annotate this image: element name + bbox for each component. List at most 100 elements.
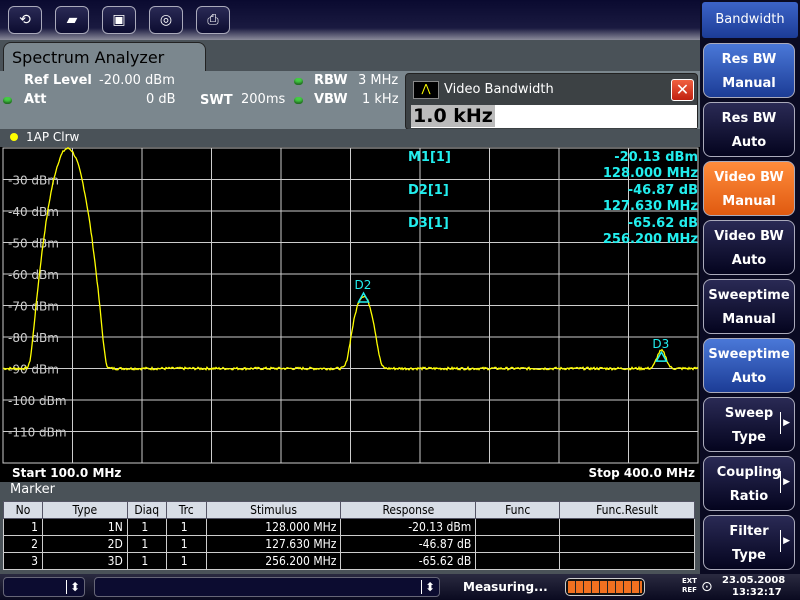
trace-icon: ⋀	[413, 81, 439, 99]
printer-icon[interactable]: ⎙	[196, 6, 230, 34]
table-row[interactable]: 2 2D 1 1 127.630 MHz -46.87 dB	[3, 535, 695, 553]
softkey-sweeptime-manual[interactable]: Sweeptime Manual	[703, 279, 795, 334]
status-select-2[interactable]: ⬍	[94, 577, 440, 597]
column-header: Response	[340, 501, 477, 519]
marker-name: D2[1]	[408, 183, 449, 198]
marker-freq: 128.000 MHz	[602, 166, 698, 181]
table-cell: 1	[126, 535, 167, 553]
close-icon[interactable]: ✕	[671, 79, 694, 101]
spectrum-plot[interactable]: -30 dBm -40 dBm -50 dBm -60 dBm -70 dBm -80 d…	[0, 146, 700, 465]
table-cell: 2D	[41, 535, 128, 553]
softkey-line1: Res BW	[721, 52, 777, 67]
column-header: Func	[475, 501, 561, 519]
rbw-value: 3 MHz	[358, 73, 399, 88]
trace-indicator-icon	[10, 133, 18, 141]
status-time: 13:32:17	[732, 587, 782, 598]
vbw-label: VBW	[314, 92, 348, 107]
softkey-sweeptime-auto[interactable]: Sweeptime Auto	[703, 338, 795, 393]
table-cell: -46.87 dB	[340, 535, 477, 553]
table-cell: 1	[126, 552, 167, 570]
trace-header: 1AP Clrw	[0, 129, 700, 147]
column-header: Stimulus	[205, 501, 342, 519]
progress-bar	[565, 578, 645, 596]
marker-table-title: Marker	[0, 482, 700, 500]
softkey-line2: Manual	[722, 312, 776, 327]
table-cell: 1	[3, 518, 43, 536]
dialog-title: Video Bandwidth	[444, 82, 554, 97]
frequency-axis: Start 100.0 MHz Stop 400.0 MHz	[0, 464, 700, 482]
save-disk-icon[interactable]: ▣	[102, 6, 136, 34]
status-select-1[interactable]: ⬍	[3, 577, 85, 597]
table-row[interactable]: 3 3D 1 1 256.200 MHz -65.62 dB	[3, 552, 695, 570]
video-bandwidth-dialog: ⋀ Video Bandwidth ✕ 1.0 kHz	[405, 73, 698, 130]
marker-value: -46.87 dB	[627, 183, 698, 198]
softkey-video-bw-auto[interactable]: Video BW Auto	[703, 220, 795, 275]
softkey-line1: Video BW	[714, 229, 784, 244]
column-header: Type	[41, 501, 128, 519]
softkey-line1: Sweeptime	[708, 347, 790, 362]
marker-name: D3[1]	[408, 216, 449, 231]
softkey-menu-title: Bandwidth	[702, 2, 798, 38]
softkey-line2: Auto	[731, 253, 767, 268]
softkey-res-bw-auto[interactable]: Res BW Auto	[703, 102, 795, 157]
marker-table: No Type Diaq Trc Stimulus Response Func …	[3, 501, 695, 570]
column-header: Func.Result	[559, 501, 695, 519]
macro-icon[interactable]: ⟲	[8, 6, 42, 34]
marker-value: -65.62 dB	[627, 216, 698, 231]
progress-fill	[568, 581, 642, 593]
table-row[interactable]: 1 1N 1 1 128.000 MHz -20.13 dBm	[3, 518, 695, 536]
table-cell	[475, 552, 561, 570]
open-folder-icon[interactable]: ▰	[55, 6, 89, 34]
table-cell: 3D	[41, 552, 128, 570]
att-led-icon	[3, 97, 12, 104]
y-tick-label: -40 dBm	[8, 205, 59, 219]
softkey-line2: Manual	[722, 76, 776, 91]
table-cell: 1	[165, 518, 207, 536]
vbw-input[interactable]: 1.0 kHz	[411, 105, 697, 128]
table-cell: 127.630 MHz	[205, 535, 342, 553]
table-cell	[475, 518, 561, 536]
softkey-filter-type[interactable]: Filter Type ▶	[703, 515, 795, 570]
softkey-video-bw-manual[interactable]: Video BW Manual	[703, 161, 795, 216]
table-header-row: No Type Diaq Trc Stimulus Response Func …	[3, 501, 695, 519]
camera-icon[interactable]: ◎	[149, 6, 183, 34]
table-cell	[559, 552, 695, 570]
table-cell	[559, 518, 695, 536]
softkey-line2: Manual	[722, 194, 776, 209]
table-cell: 1	[165, 552, 207, 570]
y-tick-label: -100 dBm	[8, 394, 67, 408]
y-tick-label: -30 dBm	[8, 174, 59, 188]
marker-value: -20.13 dBm	[614, 150, 698, 165]
swt-label: SWT	[200, 93, 233, 108]
softkey-res-bw-manual[interactable]: Res BW Manual	[703, 43, 795, 98]
toolbar: ⟲ ▰ ▣ ◎ ⎙	[0, 0, 700, 40]
y-tick-label: -70 dBm	[8, 300, 59, 314]
att-label: Att	[24, 92, 47, 107]
spinner-icon: ⬍	[420, 580, 435, 594]
softkey-sweep-type[interactable]: Sweep Type ▶	[703, 397, 795, 452]
table-cell: 1N	[41, 518, 128, 536]
column-header: No	[3, 501, 43, 519]
stop-frequency: Stop 400.0 MHz	[588, 466, 696, 480]
softkey-coupling-ratio[interactable]: Coupling Ratio ▶	[703, 456, 795, 511]
table-cell: -65.62 dB	[340, 552, 477, 570]
table-cell	[559, 535, 695, 553]
table-cell: 128.000 MHz	[205, 518, 342, 536]
marker-name: M1[1]	[408, 150, 451, 165]
softkey-line1: Sweeptime	[708, 288, 790, 303]
att-value: 0 dB	[146, 92, 176, 107]
softkey-line1: Video BW	[714, 170, 784, 185]
column-header: Diaq	[126, 501, 167, 519]
spinner-icon: ⬍	[65, 580, 80, 594]
submenu-arrow-icon: ▶	[780, 412, 790, 434]
status-bar: ⬍ ⬍ Measuring... EXT REF ⊙ 23.05.2008 13…	[0, 574, 800, 600]
marker-info-panel: M1[1] -20.13 dBm 128.000 MHz D2[1] -46.87 …	[408, 150, 698, 249]
swt-value: 200ms	[241, 92, 286, 107]
y-tick-label: -110 dBm	[8, 426, 67, 440]
softkey-line2: Auto	[731, 371, 767, 386]
vbw-led-icon	[294, 97, 303, 104]
ref-level-value: -20.00 dBm	[99, 73, 175, 88]
tab-spectrum-analyzer[interactable]: Spectrum Analyzer	[3, 42, 206, 72]
y-tick-label: -60 dBm	[8, 268, 59, 282]
start-frequency: Start 100.0 MHz	[12, 466, 122, 480]
